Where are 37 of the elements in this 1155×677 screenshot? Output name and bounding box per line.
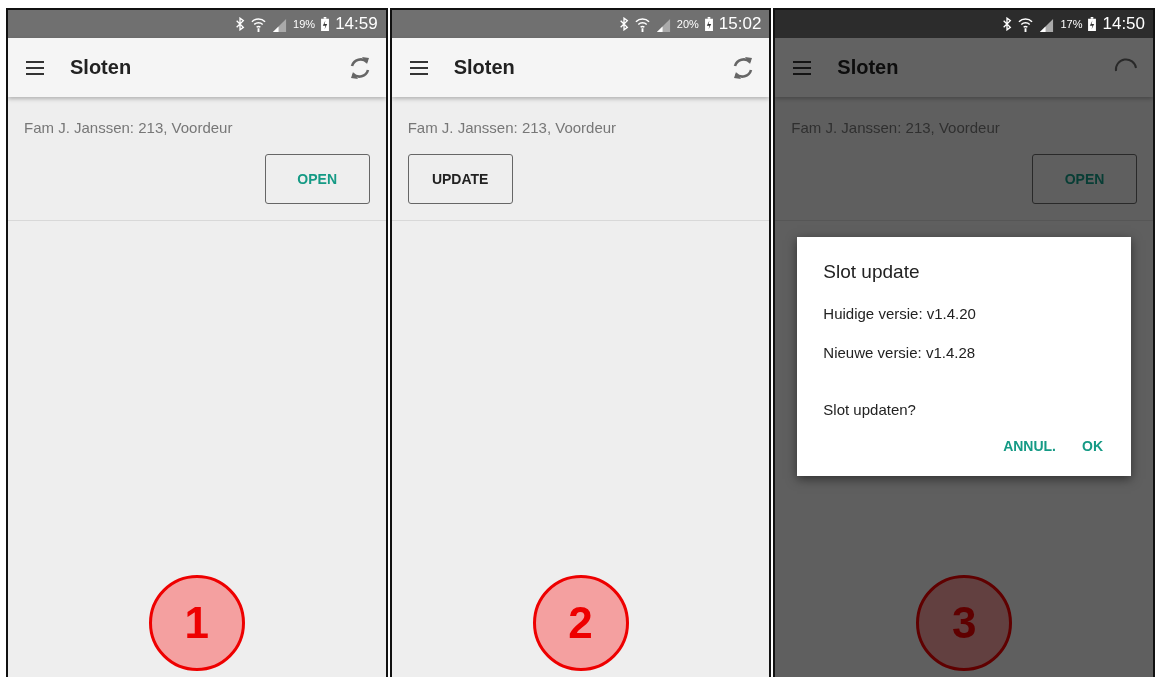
open-button[interactable]: OPEN <box>1032 154 1137 204</box>
step-number-badge: 2 <box>532 575 629 671</box>
step-number-badge: 3 <box>916 575 1013 671</box>
lock-name: Fam J. Janssen: 213, Voordeur <box>24 119 234 136</box>
battery-percent: 17% <box>1060 18 1083 30</box>
signal-icon <box>655 16 671 32</box>
version-text: Nieuwe versie: v1.4.28 <box>823 344 977 361</box>
wifi-icon <box>634 16 650 32</box>
battery-percent: 19% <box>293 18 316 30</box>
wifi-icon <box>251 16 267 32</box>
clock-time: 14:59 <box>335 14 378 34</box>
clock-time: 14:50 <box>1102 14 1145 34</box>
update-button[interactable]: UPDATE <box>407 154 513 204</box>
menu-icon[interactable] <box>409 60 428 75</box>
toolbar-title: Sloten <box>70 56 133 79</box>
toolbar-title: Sloten <box>453 56 516 79</box>
lock-name: Fam J. Janssen: 213, Voordeur <box>407 119 618 136</box>
bluetooth-icon <box>1002 17 1013 31</box>
dialog-title: Slot update <box>823 261 921 283</box>
toolbar-title: Sloten <box>837 56 900 79</box>
battery-charging-icon <box>321 17 330 31</box>
signal-icon <box>1039 16 1055 32</box>
dialog-question: Slot updaten? <box>823 401 917 418</box>
dialog-action-button[interactable]: ANNUL. <box>999 434 1060 458</box>
bluetooth-icon <box>618 17 629 31</box>
bluetooth-icon <box>235 17 246 31</box>
signal-icon <box>272 16 288 32</box>
clock-time: 15:02 <box>718 14 762 34</box>
wifi-icon <box>1018 16 1034 32</box>
version-text: Huidige versie: v1.4.20 <box>823 305 977 322</box>
battery-charging-icon <box>1088 17 1097 31</box>
battery-charging-icon <box>704 17 713 31</box>
battery-percent: 20% <box>676 18 699 30</box>
step-number-badge: 1 <box>148 575 245 671</box>
menu-icon[interactable] <box>26 60 44 75</box>
open-button[interactable]: OPEN <box>264 154 370 204</box>
dialog-action-button[interactable]: OK <box>1078 434 1107 458</box>
